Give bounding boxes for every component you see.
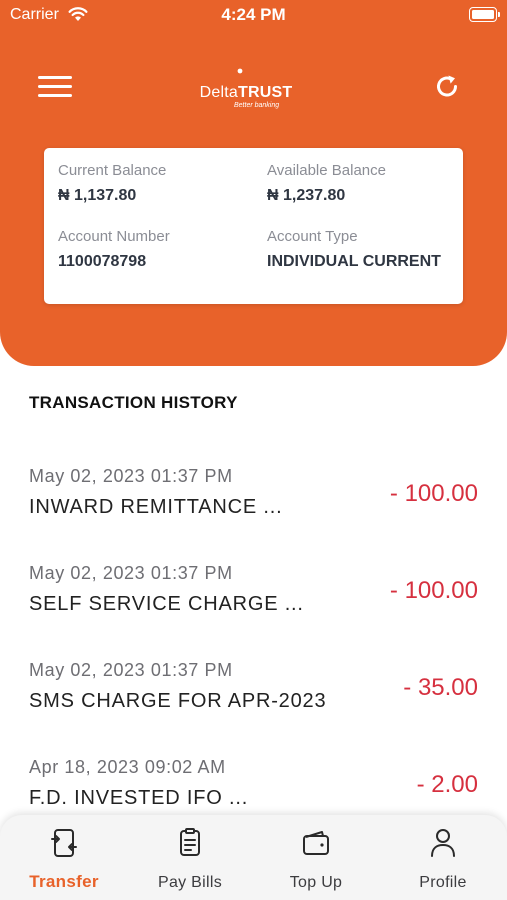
account-number: Account Number 1100078798 bbox=[58, 228, 170, 270]
transaction-amount: - 100.00 bbox=[389, 577, 478, 604]
transaction-amount: - 100.00 bbox=[389, 480, 478, 507]
bill-icon bbox=[180, 828, 200, 856]
transaction-date: Apr 18, 2023 09:02 AM bbox=[29, 757, 226, 777]
hamburger-icon bbox=[38, 76, 72, 79]
tab-label: Transfer bbox=[29, 872, 99, 891]
status-bar: Carrier 4:24 PM bbox=[0, 0, 507, 32]
header-panel: Carrier 4:24 PM DeltaTRUST Better bankin… bbox=[0, 0, 507, 366]
refresh-button[interactable] bbox=[432, 72, 462, 102]
transaction-amount: - 35.00 bbox=[403, 674, 478, 701]
refresh-icon bbox=[437, 75, 457, 97]
transaction-date: May 02, 2023 01:37 PM bbox=[29, 660, 233, 680]
transaction-description: SMS CHARGE FOR APR-2023 bbox=[29, 690, 327, 712]
available-balance: Available Balance ₦ 1,237.80 bbox=[267, 162, 386, 204]
battery-icon bbox=[469, 7, 500, 22]
current-balance: Current Balance ₦ 1,137.80 bbox=[58, 162, 167, 204]
account-type-value: INDIVIDUAL CURRENT bbox=[267, 253, 441, 270]
tab-label: Profile bbox=[419, 874, 467, 891]
current-balance-value: ₦ 1,137.80 bbox=[58, 187, 137, 204]
brand-tagline: Better banking bbox=[234, 102, 280, 109]
person-icon bbox=[431, 829, 455, 857]
available-balance-value: ₦ 1,237.80 bbox=[267, 187, 346, 204]
transaction-description: F.D. INVESTED IFO ... bbox=[29, 787, 249, 809]
transaction-description: INWARD REMITTANCE ... bbox=[29, 496, 283, 518]
tab-profile[interactable]: Profile bbox=[380, 815, 506, 900]
tab-top-up[interactable]: Top Up bbox=[253, 815, 379, 900]
transaction-row[interactable]: May 02, 2023 01:37 PM SELF SERVICE CHARG… bbox=[0, 563, 507, 653]
tab-pay-bills[interactable]: Pay Bills bbox=[127, 815, 253, 900]
account-type: Account Type INDIVIDUAL CURRENT bbox=[267, 228, 441, 270]
menu-button[interactable] bbox=[38, 76, 72, 100]
brand-name: DeltaTRUST bbox=[199, 84, 293, 101]
bottom-tab-bar: Transfer Pay Bills Top Up Profile bbox=[0, 815, 507, 900]
logo-mark-icon bbox=[236, 64, 246, 84]
transfer-icon bbox=[51, 829, 77, 857]
transaction-date: May 02, 2023 01:37 PM bbox=[29, 563, 233, 583]
transaction-description: SELF SERVICE CHARGE ... bbox=[29, 593, 304, 615]
account-summary-card: Current Balance ₦ 1,137.80 Available Bal… bbox=[44, 148, 463, 304]
clock: 4:24 PM bbox=[221, 5, 286, 24]
account-number-value: 1100078798 bbox=[58, 253, 147, 270]
transaction-amount: - 2.00 bbox=[416, 771, 478, 798]
tab-label: Top Up bbox=[289, 874, 343, 891]
transaction-history-title: TRANSACTION HISTORY bbox=[29, 393, 238, 412]
transaction-date: May 02, 2023 01:37 PM bbox=[29, 466, 233, 486]
transaction-row[interactable]: May 02, 2023 01:37 PM SMS CHARGE FOR APR… bbox=[0, 660, 507, 750]
tab-transfer[interactable]: Transfer bbox=[1, 815, 127, 900]
tab-label: Pay Bills bbox=[157, 874, 223, 891]
wallet-icon bbox=[303, 831, 329, 855]
brand-logo: DeltaTRUST Better banking bbox=[196, 62, 296, 112]
transaction-row[interactable]: May 02, 2023 01:37 PM INWARD REMITTANCE … bbox=[0, 466, 507, 556]
